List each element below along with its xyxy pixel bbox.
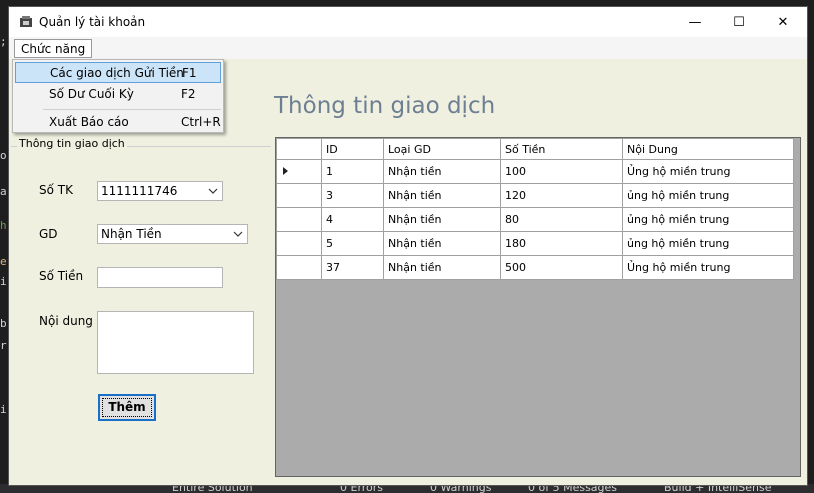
table-row[interactable]: 4 Nhận tiền 80 ủng hộ miền trung xyxy=(276,207,794,232)
current-row-arrow-icon xyxy=(283,167,288,175)
cell-id[interactable]: 3 xyxy=(321,183,384,208)
grid-corner[interactable] xyxy=(276,138,322,160)
code-fragment: a xyxy=(0,186,7,198)
row-header[interactable] xyxy=(276,207,322,232)
row-header[interactable] xyxy=(276,231,322,256)
content-textarea[interactable] xyxy=(97,311,254,374)
chevron-down-icon xyxy=(208,188,218,194)
cell-content[interactable]: ủng hộ miền trung xyxy=(622,231,794,256)
menu-chuc-nang[interactable]: Chức năng xyxy=(14,39,93,58)
add-button[interactable]: Thêm xyxy=(98,394,156,421)
cell-content[interactable]: Ủng hộ miền trung xyxy=(622,255,794,280)
dropdown-menu: Các giao dịch Gửi Tiền F1 Số Dư Cuối Kỳ … xyxy=(12,59,224,133)
type-value: Nhận Tiền xyxy=(101,227,162,241)
cell-type[interactable]: Nhận tiền xyxy=(383,231,501,256)
focus-rect xyxy=(102,398,152,417)
page-title: Thông tin giao dịch xyxy=(274,93,496,119)
code-fragment: h xyxy=(0,220,7,232)
close-button[interactable]: ✕ xyxy=(761,7,805,37)
menu-item-shortcut: F1 xyxy=(182,66,197,80)
cell-type[interactable]: Nhận tiền xyxy=(383,255,501,280)
column-header-type[interactable]: Loại GD xyxy=(383,138,501,160)
menu-item-label: Xuất Báo cáo xyxy=(49,115,129,129)
maximize-button[interactable]: ☐ xyxy=(717,7,761,37)
cell-amount[interactable]: 500 xyxy=(500,255,623,280)
window-title: Quản lý tài khoản xyxy=(39,15,146,29)
account-label: Số TK xyxy=(39,183,73,197)
minimize-button[interactable]: — xyxy=(673,7,717,37)
column-header-id[interactable]: ID xyxy=(321,138,384,160)
type-label: GD xyxy=(39,227,58,241)
code-fragment: o xyxy=(0,150,7,162)
cell-id[interactable]: 1 xyxy=(321,159,384,184)
cell-id[interactable]: 4 xyxy=(321,207,384,232)
menu-separator xyxy=(43,109,221,110)
cell-id[interactable]: 37 xyxy=(321,255,384,280)
table-row[interactable]: 1 Nhận tiền 100 Ủng hộ miền trung xyxy=(276,159,794,184)
cell-amount[interactable]: 120 xyxy=(500,183,623,208)
menu-bar: Chức năng xyxy=(9,37,807,59)
cell-content[interactable]: Ủng hộ miền trung xyxy=(622,159,794,184)
code-fragment: i xyxy=(0,404,7,416)
group-title: Thông tin giao dịch xyxy=(17,137,127,150)
code-fragment: ; xyxy=(0,36,7,48)
menu-item-label: Các giao dịch Gửi Tiền xyxy=(50,66,184,80)
table-row[interactable]: 3 Nhận tiền 120 ủng hộ miền trung xyxy=(276,183,794,208)
row-header[interactable] xyxy=(276,159,322,184)
account-value: 1111111746 xyxy=(101,184,178,198)
cell-amount[interactable]: 80 xyxy=(500,207,623,232)
table-row[interactable]: 37 Nhận tiền 500 Ủng hộ miền trung xyxy=(276,255,794,280)
account-select[interactable]: 1111111746 xyxy=(97,181,223,201)
content-label: Nội dung xyxy=(39,314,93,328)
cell-amount[interactable]: 180 xyxy=(500,231,623,256)
cell-type[interactable]: Nhận tiền xyxy=(383,183,501,208)
amount-input[interactable] xyxy=(97,267,223,288)
title-bar[interactable]: Quản lý tài khoản — ☐ ✕ xyxy=(9,7,807,37)
menu-item-xuat-bao-cao[interactable]: Xuất Báo cáo Ctrl+R xyxy=(15,112,221,133)
table-row[interactable]: 5 Nhận tiền 180 ủng hộ miền trung xyxy=(276,231,794,256)
menu-item-shortcut: Ctrl+R xyxy=(181,115,221,129)
cell-content[interactable]: ủng hộ miền trung xyxy=(622,207,794,232)
cell-type[interactable]: Nhận tiền xyxy=(383,159,501,184)
menu-item-shortcut: F2 xyxy=(181,87,196,101)
code-fragment: e xyxy=(0,256,7,268)
cell-type[interactable]: Nhận tiền xyxy=(383,207,501,232)
type-select[interactable]: Nhận Tiền xyxy=(97,224,248,244)
column-header-content[interactable]: Nội Dung xyxy=(622,138,794,160)
menu-item-label: Số Dư Cuối Kỳ xyxy=(49,87,134,101)
cell-id[interactable]: 5 xyxy=(321,231,384,256)
transactions-grid[interactable]: ID Loại GD Số Tiền Nội Dung 1 Nhận tiền … xyxy=(275,137,801,477)
code-fragment: r xyxy=(0,340,7,352)
cell-amount[interactable]: 100 xyxy=(500,159,623,184)
chevron-down-icon xyxy=(233,231,243,237)
row-header[interactable] xyxy=(276,255,322,280)
column-header-amount[interactable]: Số Tiền xyxy=(500,138,623,160)
code-fragment: i xyxy=(0,276,7,288)
menu-item-gui-tien[interactable]: Các giao dịch Gửi Tiền F1 xyxy=(15,62,221,83)
app-icon xyxy=(20,16,32,27)
grid-header-row: ID Loại GD Số Tiền Nội Dung xyxy=(276,138,794,160)
menu-item-so-du[interactable]: Số Dư Cuối Kỳ F2 xyxy=(15,84,221,105)
code-fragment: b xyxy=(0,318,7,330)
app-window: Quản lý tài khoản — ☐ ✕ Chức năng Các gi… xyxy=(8,6,808,486)
cell-content[interactable]: ủng hộ miền trung xyxy=(622,183,794,208)
row-header[interactable] xyxy=(276,183,322,208)
amount-label: Số Tiền xyxy=(39,269,84,283)
